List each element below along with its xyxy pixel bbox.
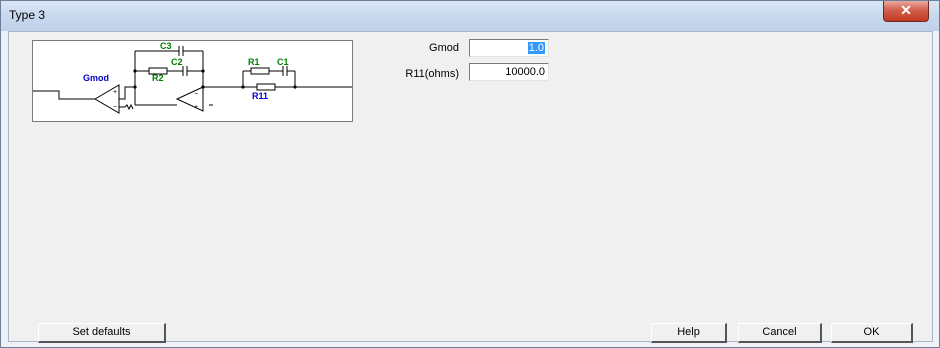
compensator-schematic: + − − + C3 C2 R2 R1 C1 R11 Gmod [32, 40, 353, 122]
r11-input-value: 10000.0 [505, 66, 545, 78]
window-title: Type 3 [9, 8, 46, 22]
gmod-label: Gmod [429, 42, 459, 54]
label-r1: R1 [248, 57, 260, 67]
label-r2: R2 [152, 73, 164, 83]
interstage-wire [119, 86, 135, 100]
ok-button[interactable]: OK [831, 323, 913, 343]
label-r11: R11 [252, 91, 268, 101]
gmod-input-value: 1.0 [527, 42, 545, 54]
label-c3: C3 [160, 41, 172, 51]
set-defaults-button[interactable]: Set defaults [38, 323, 166, 343]
label-c2: C2 [171, 57, 183, 67]
input-wire [33, 90, 95, 100]
r11-label: R11(ohms) [405, 68, 459, 80]
svg-text:−: − [194, 91, 198, 98]
schematic-drawing: + − − + C3 C2 R2 R1 C1 R11 Gmod [33, 41, 352, 114]
label-gmod: Gmod [83, 73, 109, 83]
svg-text:+: + [194, 104, 198, 111]
svg-text:+: + [113, 89, 117, 96]
title-bar[interactable]: Type 3 ✕ [1, 1, 939, 31]
dialog-window: Type 3 ✕ + − − + C3 C2 R2 R1 C1 R11 Gmod… [0, 0, 940, 348]
dialog-client-area: + − − + C3 C2 R2 R1 C1 R11 Gmod Gmod 1.0… [8, 31, 933, 343]
label-c1: C1 [277, 57, 289, 67]
r11-input[interactable]: 10000.0 [469, 63, 549, 81]
gmod-input[interactable]: 1.0 [469, 39, 549, 57]
gnd-symbol [119, 103, 134, 111]
close-button[interactable]: ✕ [883, 1, 929, 22]
help-button[interactable]: Help [651, 323, 727, 343]
svg-text:−: − [113, 104, 117, 111]
cancel-button[interactable]: Cancel [738, 323, 822, 343]
error-amplifier [175, 86, 204, 112]
close-icon: ✕ [900, 2, 912, 18]
